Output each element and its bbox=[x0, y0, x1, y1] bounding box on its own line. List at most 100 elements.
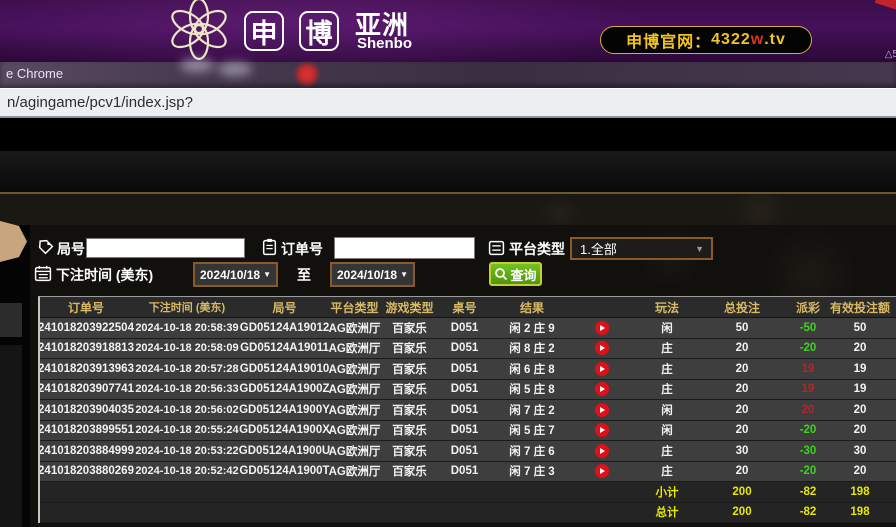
cell-platform-type: AG欧洲厅 bbox=[327, 318, 382, 338]
table-row: 241018203907741 2024-10-18 20:56:33 GD05… bbox=[40, 380, 896, 401]
cell-table-no: D051 bbox=[437, 318, 492, 338]
cell-result: 闲 7 庄 3 bbox=[492, 462, 572, 482]
cell-valid-bet: 50 bbox=[834, 318, 886, 338]
col-replay bbox=[572, 297, 632, 317]
game-no-input[interactable] bbox=[86, 238, 245, 258]
total-bet: 200 bbox=[702, 503, 782, 523]
cell-play-type: 闲 bbox=[632, 421, 702, 441]
replay-play-button[interactable] bbox=[595, 362, 609, 376]
gray-block-decoration bbox=[0, 303, 22, 337]
cell-total-bet: 20 bbox=[702, 421, 782, 441]
cell-payout: 19 bbox=[782, 380, 834, 400]
date-from-picker[interactable]: 2024/10/18 ▼ bbox=[193, 262, 278, 287]
replay-play-button[interactable] bbox=[595, 423, 609, 437]
cell-order-no: 241018203913963 bbox=[40, 359, 132, 379]
replay-play-button[interactable] bbox=[595, 464, 609, 478]
date-to-value: 2024/10/18 bbox=[337, 268, 397, 282]
cell-total-bet: 50 bbox=[702, 318, 782, 338]
cell-payout: -20 bbox=[782, 421, 834, 441]
col-game-type: 游戏类型 bbox=[382, 297, 437, 317]
date-to-picker[interactable]: 2024/10/18 ▼ bbox=[330, 262, 415, 287]
cell-valid-bet: 19 bbox=[834, 380, 886, 400]
bet-records-table: 订单号 下注时间 (美东) 局号 平台类型 游戏类型 桌号 结果 玩法 总投注 … bbox=[38, 296, 896, 523]
cell-payout: 19 bbox=[782, 359, 834, 379]
cell-payout: -30 bbox=[782, 441, 834, 461]
table-row: 241018203918813 2024-10-18 20:58:09 GD05… bbox=[40, 339, 896, 360]
logo-char-shen: 申 bbox=[244, 11, 284, 51]
replay-play-button[interactable] bbox=[595, 321, 609, 335]
col-play-type: 玩法 bbox=[632, 297, 702, 317]
order-no-input[interactable] bbox=[334, 237, 475, 259]
badge-number: 4322 bbox=[711, 31, 751, 49]
search-icon bbox=[494, 267, 508, 281]
cell-platform-type: AG欧洲厅 bbox=[327, 380, 382, 400]
replay-play-button[interactable] bbox=[595, 403, 609, 417]
cell-platform-type: AG欧洲厅 bbox=[327, 462, 382, 482]
cell-order-no: 241018203907741 bbox=[40, 380, 132, 400]
cell-play-type: 庄 bbox=[632, 339, 702, 359]
table-row: 241018203880269 2024-10-18 20:52:42 GD05… bbox=[40, 462, 896, 483]
badge-prefix: 申博官网： bbox=[626, 28, 711, 52]
table-header-row: 订单号 下注时间 (美东) 局号 平台类型 游戏类型 桌号 结果 玩法 总投注 … bbox=[40, 297, 896, 318]
browser-tab[interactable]: e Chrome bbox=[6, 66, 63, 81]
cell-valid-bet: 20 bbox=[834, 400, 886, 420]
platform-select[interactable]: 1.全部 ▼ bbox=[570, 237, 713, 260]
to-label: 至 bbox=[297, 265, 311, 285]
col-payout: 派彩 bbox=[782, 297, 834, 317]
search-button[interactable]: 查询 bbox=[489, 262, 542, 286]
col-game-no: 局号 bbox=[242, 297, 327, 317]
cell-play-type: 庄 bbox=[632, 462, 702, 482]
cell-payout: 20 bbox=[782, 400, 834, 420]
cell-result: 闲 8 庄 2 bbox=[492, 339, 572, 359]
cell-game-no: GD05124A19011 bbox=[242, 339, 327, 359]
cell-game-no: GD05124A1900Y bbox=[242, 400, 327, 420]
subtotal-payout: -82 bbox=[782, 482, 834, 502]
glow-decoration bbox=[218, 62, 252, 76]
badge-red-char: w bbox=[751, 31, 764, 49]
official-site-badge[interactable]: 申博官网：4322w.tv bbox=[600, 26, 812, 54]
cell-game-type: 百家乐 bbox=[382, 462, 437, 482]
table-row: 241018203899551 2024-10-18 20:55:24 GD05… bbox=[40, 421, 896, 442]
cell-order-no: 241018203884999 bbox=[40, 441, 132, 461]
cell-bet-time: 2024-10-18 20:53:22 bbox=[132, 441, 242, 461]
cell-game-type: 百家乐 bbox=[382, 421, 437, 441]
chevron-down-icon: ▼ bbox=[400, 270, 408, 279]
cell-replay bbox=[572, 380, 632, 400]
browser-url-bar[interactable]: n/agingame/pcv1/index.jsp? bbox=[0, 88, 896, 118]
cell-game-type: 百家乐 bbox=[382, 359, 437, 379]
cell-result: 闲 5 庄 7 bbox=[492, 421, 572, 441]
cell-table-no: D051 bbox=[437, 441, 492, 461]
subtotal-valid: 198 bbox=[834, 482, 886, 502]
game-no-label: 局号 bbox=[57, 239, 85, 259]
cell-replay bbox=[572, 318, 632, 338]
cell-total-bet: 30 bbox=[702, 441, 782, 461]
table-body: 241018203922504 2024-10-18 20:58:39 GD05… bbox=[40, 318, 896, 482]
replay-play-button[interactable] bbox=[595, 341, 609, 355]
bet-time-label: 下注时间 (美东) bbox=[56, 265, 153, 285]
cell-table-no: D051 bbox=[437, 400, 492, 420]
cell-status: 详 bbox=[886, 441, 896, 461]
cell-table-no: D051 bbox=[437, 339, 492, 359]
platform-list-icon bbox=[488, 240, 505, 256]
cell-replay bbox=[572, 441, 632, 461]
col-order-no: 订单号 bbox=[40, 297, 132, 317]
cell-result: 闲 2 庄 9 bbox=[492, 318, 572, 338]
cell-valid-bet: 20 bbox=[834, 339, 886, 359]
cell-platform-type: AG欧洲厅 bbox=[327, 339, 382, 359]
replay-play-button[interactable] bbox=[595, 382, 609, 396]
replay-play-button[interactable] bbox=[595, 444, 609, 458]
cell-table-no: D051 bbox=[437, 462, 492, 482]
cell-status: 详 bbox=[886, 339, 896, 359]
tag-icon bbox=[37, 239, 54, 256]
chevron-down-icon: ▼ bbox=[695, 244, 704, 254]
col-platform-type: 平台类型 bbox=[327, 297, 382, 317]
total-valid: 198 bbox=[834, 503, 886, 523]
url-text[interactable]: n/agingame/pcv1/index.jsp? bbox=[7, 94, 193, 111]
cell-result: 闲 6 庄 8 bbox=[492, 359, 572, 379]
cell-table-no: D051 bbox=[437, 359, 492, 379]
subtotal-label: 小计 bbox=[632, 482, 702, 502]
sub-band bbox=[0, 194, 896, 225]
calendar-icon bbox=[34, 265, 52, 282]
cell-valid-bet: 19 bbox=[834, 359, 886, 379]
cell-platform-type: AG欧洲厅 bbox=[327, 359, 382, 379]
